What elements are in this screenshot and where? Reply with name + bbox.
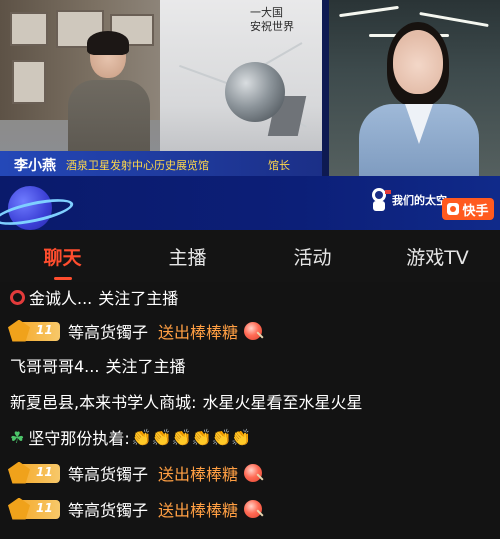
kuaishou-label: 快手 — [462, 203, 489, 219]
lollipop-icon — [244, 464, 263, 482]
kuaishou-icon — [447, 203, 460, 215]
tab-label: 聊天 — [43, 246, 82, 269]
caption-role: 馆长 — [268, 159, 290, 172]
chat-text: 关注了主播 — [98, 289, 179, 308]
chat-message[interactable]: 金诚人... 关注了主播 — [10, 282, 178, 312]
chat-message[interactable]: 11 等高货镯子 送出棒棒糖 — [8, 316, 263, 346]
tab-chat[interactable]: 聊天 — [0, 230, 125, 282]
chat-user[interactable]: 等高货镯子 — [68, 319, 148, 343]
chat-user[interactable]: 等高货镯子 — [68, 497, 148, 521]
chat-user[interactable]: 坚守那份执着: — [28, 425, 129, 449]
chat-message[interactable]: 飞哥哥哥4... 关注了主播 — [10, 350, 185, 380]
exhibit-frame — [10, 12, 48, 46]
satellite-model — [225, 62, 285, 122]
chat-message[interactable]: 11 等高货镯子 送出棒棒糖 — [8, 458, 263, 488]
level-number: 11 — [36, 464, 53, 479]
lollipop-icon — [244, 500, 263, 518]
level-badge: 11 — [8, 497, 60, 520]
clap-icons: 👏👏👏👏👏👏 — [131, 427, 252, 447]
tab-bar: 聊天 主播 活动 游戏TV — [0, 230, 500, 282]
exhibit-frame — [12, 60, 46, 104]
level-number: 11 — [36, 500, 53, 515]
host-person — [359, 22, 479, 176]
museum-feed: 一大国 安祝世界 李小燕 酒泉卫星发射中心历史展览馆 馆长 — [0, 0, 322, 176]
chat-message[interactable]: ☘ 坚守那份执着: 👏👏👏👏👏👏 — [10, 422, 251, 452]
showcase-text: 一大国 安祝世界 — [250, 6, 294, 33]
gift-text: 送出棒棒糖 — [158, 501, 239, 520]
level-badge: 11 — [8, 461, 60, 484]
gift-text: 送出棒棒糖 — [158, 323, 239, 342]
caption-name: 李小燕 — [14, 158, 56, 174]
level-badge: 11 — [8, 319, 60, 342]
chat-text: 水星火星看至水星火星 — [202, 393, 363, 412]
chat-message[interactable]: 新夏邑县,本来书学人商城: 水星火星看至水星火星 — [10, 386, 363, 416]
tab-label: 活动 — [293, 246, 332, 269]
tab-game-tv[interactable]: 游戏TV — [375, 230, 500, 282]
chat-user[interactable]: 金诚人... — [29, 285, 92, 309]
chat-list[interactable]: 金诚人... 关注了主播 11 等高货镯子 送出棒棒糖 飞哥哥哥4... 关注了… — [0, 282, 500, 539]
lollipop-icon — [244, 322, 263, 340]
tab-underline — [53, 277, 72, 280]
level-number: 11 — [36, 322, 53, 337]
host-feed — [329, 0, 500, 176]
ceiling-light — [339, 5, 399, 18]
chat-message[interactable]: 11 等高货镯子 送出棒棒糖 — [8, 494, 263, 524]
chat-user[interactable]: 等高货镯子 — [68, 461, 148, 485]
tab-label: 游戏TV — [406, 246, 469, 269]
tab-label: 主播 — [168, 246, 207, 269]
gem-icon — [8, 461, 30, 484]
gem-icon — [8, 497, 30, 520]
program-logo: 我们的太空 — [392, 194, 447, 207]
gem-icon — [8, 319, 30, 342]
red-circle-icon — [10, 289, 25, 305]
kuaishou-logo: 快手 — [442, 198, 494, 220]
gift-text: 送出棒棒糖 — [158, 465, 239, 484]
clover-icon: ☘ — [10, 427, 25, 447]
chat-user[interactable]: 飞哥哥哥4... — [10, 353, 99, 377]
caption-bar: 李小燕 酒泉卫星发射中心历史展览馆 馆长 — [0, 151, 322, 176]
tab-activity[interactable]: 活动 — [250, 230, 375, 282]
tab-streamer[interactable]: 主播 — [125, 230, 250, 282]
live-video[interactable]: 一大国 安祝世界 李小燕 酒泉卫星发射中心历史展览馆 馆长 我们的太空 快手 — [0, 0, 500, 230]
chat-user[interactable]: 新夏邑县,本来书学人商城: — [10, 389, 196, 413]
split-divider — [322, 0, 329, 176]
astronaut-icon — [372, 188, 391, 211]
caption-title: 酒泉卫星发射中心历史展览馆 — [66, 159, 209, 172]
chat-text: 关注了主播 — [105, 357, 186, 376]
